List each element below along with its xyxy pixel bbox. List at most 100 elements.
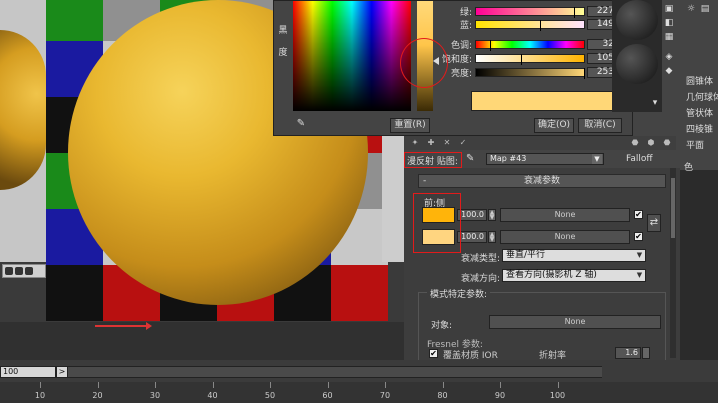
timeline-tick-label: 80 [437, 391, 448, 400]
timeline-tick-label: 90 [494, 391, 506, 400]
panel-scrollbar[interactable] [670, 168, 676, 358]
side-map-button[interactable]: None [500, 230, 630, 244]
sample-slot-left[interactable] [0, 0, 46, 262]
time-slider[interactable] [68, 366, 602, 378]
channel-row-value: 亮度: 253 ▲▼ [439, 66, 625, 79]
select-by-material-icon[interactable]: ⬣ [662, 138, 672, 148]
timeline-tick-label: 100 [549, 391, 566, 400]
eyedropper-icon[interactable]: ✎ [294, 118, 308, 132]
tool-icon[interactable]: ◈ [664, 52, 674, 62]
channel-slider[interactable] [475, 39, 585, 51]
slot-tool-icon[interactable] [5, 267, 13, 275]
hue-blackness-spectrum[interactable] [293, 1, 411, 111]
front-map-checkbox[interactable]: ✔ [634, 210, 643, 219]
timeline-tick [40, 382, 41, 388]
sample-slot[interactable] [616, 0, 658, 40]
viewport-floor [0, 322, 404, 360]
put-material-icon[interactable]: ✚ [426, 138, 436, 148]
front-amount-field[interactable]: 100.0 [457, 209, 487, 221]
material-editor-toolbar: ✦ ✚ ✕ ✓ ⬣ ⬢ ⬣ [404, 136, 676, 150]
timeline-tick [327, 382, 329, 388]
color-picker-dialog: 黑 度 绿: 227 ▲▼ 蓝: 149 ▲▼ 色调: 32 ▲▼ 饱和度: 1… [273, 0, 633, 136]
track-bar[interactable]: 10 20 30 40 50 60 70 80 90 100 [0, 382, 718, 403]
mode-specific-group: 模式特定参数: 对象: None Fresnel 参数: ✔ 覆盖材质 IOR … [418, 287, 666, 368]
timeline-tick-label: 30 [149, 391, 161, 400]
ior-spinner[interactable] [642, 347, 650, 359]
next-frame-button[interactable]: > [56, 366, 68, 378]
ior-field[interactable]: 1.6 [615, 347, 641, 359]
channel-row-blue: 蓝: 149 ▲▼ [439, 18, 625, 31]
timeline-tick [500, 382, 501, 388]
options-icon[interactable]: ⬢ [646, 138, 656, 148]
backlight-icon[interactable]: ◧ [664, 18, 674, 28]
slot-tool-icon[interactable] [25, 267, 33, 275]
slot-tool-icon[interactable] [15, 267, 23, 275]
falloff-rollout-header[interactable]: - 衰减参数 [418, 174, 666, 188]
sample-slots-column[interactable] [612, 0, 662, 112]
map-type-button[interactable]: Falloff [626, 154, 653, 164]
falloff-direction-label: 衰减方向: [460, 274, 500, 284]
reset-button[interactable]: 重置(R) [390, 118, 430, 133]
chevron-down-icon[interactable]: ▾ [650, 98, 660, 108]
front-amount-spinner[interactable]: ▲ ▼ [488, 209, 496, 221]
rollout-title: 衰减参数 [523, 176, 560, 186]
timeline-tick-label: 70 [379, 391, 391, 400]
mode-group-title: 模式特定参数: [427, 287, 491, 300]
tool-icon[interactable]: ◆ [664, 66, 674, 76]
channel-label: 绿: [459, 7, 472, 18]
override-ior-checkbox[interactable]: ✔ [429, 349, 438, 358]
max-workspace: 黑 度 绿: 227 ▲▼ 蓝: 149 ▲▼ 色调: 32 ▲▼ 饱和度: 1… [0, 0, 718, 403]
falloff-direction-dropdown[interactable]: 查看方向(摄影机 Z 轴) ▼ [502, 269, 646, 282]
channel-slider[interactable] [475, 6, 585, 18]
cmd-item-pyramid[interactable]: 四棱锥 [686, 122, 718, 134]
time-slider-frame[interactable]: 100 [0, 366, 56, 378]
falloff-type-value: 垂直/平行 [506, 250, 546, 260]
slot-toolbar[interactable] [2, 264, 46, 278]
object-pick-button[interactable]: None [489, 315, 661, 329]
get-material-icon[interactable]: ✦ [410, 138, 420, 148]
cmd-item-cone[interactable]: 圆锥体 [686, 74, 718, 86]
blackness-label: 黑 [278, 26, 288, 36]
side-map-checkbox[interactable]: ✔ [634, 232, 643, 241]
material-map-navigator-icon[interactable]: ⬣ [630, 138, 640, 148]
cmd-color-label: 色 [684, 163, 694, 172]
falloff-type-dropdown[interactable]: 垂直/平行 ▼ [502, 249, 646, 262]
side-amount-spinner[interactable]: ▲ ▼ [488, 231, 496, 243]
channel-slider[interactable] [475, 19, 585, 31]
cmd-item-geosphere[interactable]: 几何球体 [686, 90, 718, 102]
timeline-tick [270, 382, 271, 388]
chevron-down-icon[interactable]: ▼ [635, 271, 644, 280]
front-map-button[interactable]: None [500, 208, 630, 222]
annotation-rect [413, 193, 461, 253]
object-label: 对象: [431, 321, 453, 331]
channel-label: 色调: [450, 40, 472, 51]
channel-row-green: 绿: 227 ▲▼ [439, 5, 625, 18]
reset-map-icon[interactable]: ✓ [458, 138, 468, 148]
assign-material-icon[interactable]: ✕ [442, 138, 452, 148]
background-icon[interactable]: ▦ [664, 32, 674, 42]
create-light-icon[interactable]: ☼ [686, 4, 696, 14]
side-amount-field[interactable]: 100.0 [457, 231, 487, 243]
pick-material-icon[interactable]: ✎ [466, 153, 474, 164]
channel-slider[interactable] [475, 67, 585, 79]
cmd-item-plane[interactable]: 平面 [686, 138, 718, 150]
create-camera-icon[interactable]: ▤ [700, 4, 710, 14]
slot-options-icon[interactable]: ▣ [664, 4, 674, 14]
timeline-tick [97, 382, 99, 388]
chevron-down-icon[interactable]: ▼ [635, 251, 644, 260]
chevron-down-icon[interactable]: ▼ [592, 154, 602, 164]
color-preview-swatch [471, 91, 621, 111]
timeline-tick-label: 40 [207, 391, 218, 400]
map-name-dropdown[interactable]: Map #43 ▼ [486, 153, 604, 165]
annotation-rect [404, 152, 462, 168]
cmd-item-tube[interactable]: 管状体 [686, 106, 718, 118]
ok-button[interactable]: 确定(O) [534, 118, 574, 133]
collapse-icon: - [423, 176, 427, 186]
channel-slider[interactable] [475, 53, 585, 65]
sample-slot[interactable] [616, 44, 658, 84]
map-name-value: Map #43 [490, 154, 527, 163]
swap-colors-button[interactable]: ⇄ [647, 214, 661, 232]
cancel-button[interactable]: 取消(C) [578, 118, 622, 133]
channel-row-hue: 色调: 32 ▲▼ [439, 38, 625, 51]
falloff-direction-value: 查看方向(摄影机 Z 轴) [506, 270, 597, 280]
